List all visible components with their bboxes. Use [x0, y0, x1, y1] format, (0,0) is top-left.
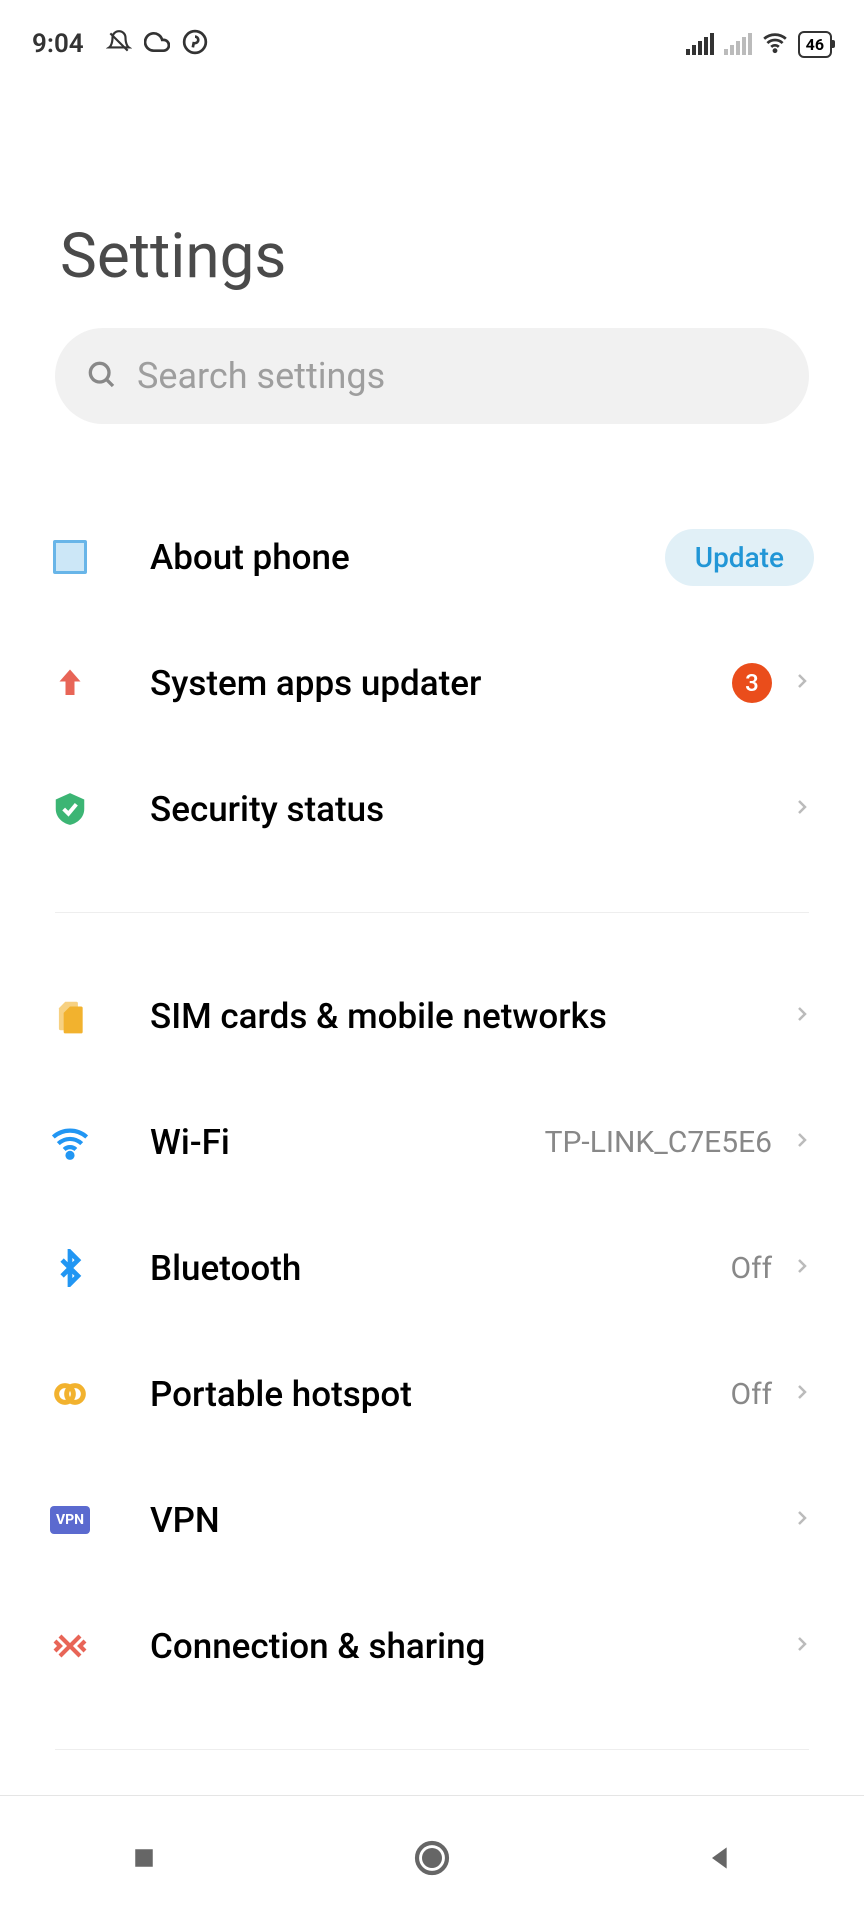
sim-cards-item[interactable]: SIM cards & mobile networks	[0, 953, 864, 1079]
chevron-right-icon	[790, 1254, 814, 1282]
sim-icon	[50, 996, 90, 1036]
security-status-item[interactable]: Security status	[0, 746, 864, 872]
item-label: Bluetooth	[150, 1248, 731, 1289]
item-value: Off	[731, 1377, 773, 1412]
status-time: 9:04	[32, 29, 84, 59]
divider	[55, 1749, 809, 1750]
page-title: Settings	[0, 70, 864, 328]
pinterest-icon	[182, 29, 208, 59]
item-value: TP-LINK_C7E5E6	[545, 1125, 772, 1160]
vpn-icon: VPN	[50, 1500, 90, 1540]
wifi-status-icon	[762, 29, 788, 59]
hotspot-icon	[50, 1374, 90, 1414]
connection-icon	[50, 1626, 90, 1666]
search-input[interactable]	[137, 355, 779, 397]
search-bar[interactable]	[55, 328, 809, 424]
item-label: About phone	[150, 537, 665, 578]
item-label: Security status	[150, 789, 790, 830]
chevron-right-icon	[790, 1128, 814, 1156]
update-badge[interactable]: Update	[665, 529, 814, 586]
arrow-up-icon	[50, 663, 90, 703]
bell-slash-icon	[106, 29, 132, 59]
item-value: Off	[731, 1251, 773, 1286]
phone-icon	[50, 537, 90, 577]
wifi-item[interactable]: Wi-Fi TP-LINK_C7E5E6	[0, 1079, 864, 1205]
back-button[interactable]	[630, 1796, 810, 1920]
chevron-right-icon	[790, 1632, 814, 1660]
chevron-right-icon	[790, 795, 814, 823]
divider	[55, 912, 809, 913]
connection-sharing-item[interactable]: Connection & sharing	[0, 1583, 864, 1709]
chevron-right-icon	[790, 1380, 814, 1408]
bluetooth-icon	[50, 1248, 90, 1288]
battery-icon: 46	[798, 31, 832, 58]
signal-icon-2	[724, 33, 752, 55]
portable-hotspot-item[interactable]: Portable hotspot Off	[0, 1331, 864, 1457]
item-label: System apps updater	[150, 663, 732, 704]
navigation-bar	[0, 1795, 864, 1920]
shield-icon	[50, 789, 90, 829]
home-button[interactable]	[342, 1796, 522, 1920]
wifi-icon	[50, 1122, 90, 1162]
item-label: Wi-Fi	[150, 1122, 545, 1163]
bluetooth-item[interactable]: Bluetooth Off	[0, 1205, 864, 1331]
item-label: Connection & sharing	[150, 1626, 790, 1667]
system-updater-item[interactable]: System apps updater 3	[0, 620, 864, 746]
item-label: SIM cards & mobile networks	[150, 996, 790, 1037]
status-bar: 9:04	[0, 0, 864, 70]
chevron-right-icon	[790, 1506, 814, 1534]
vpn-item[interactable]: VPN VPN	[0, 1457, 864, 1583]
chevron-right-icon	[790, 1002, 814, 1030]
item-label: Portable hotspot	[150, 1374, 731, 1415]
signal-icon	[686, 33, 714, 55]
search-icon	[85, 358, 117, 394]
chevron-right-icon	[790, 669, 814, 697]
item-label: VPN	[150, 1500, 790, 1541]
recent-apps-button[interactable]	[54, 1796, 234, 1920]
about-phone-item[interactable]: About phone Update	[0, 494, 864, 620]
cloud-icon	[144, 29, 170, 59]
count-badge: 3	[732, 663, 772, 703]
